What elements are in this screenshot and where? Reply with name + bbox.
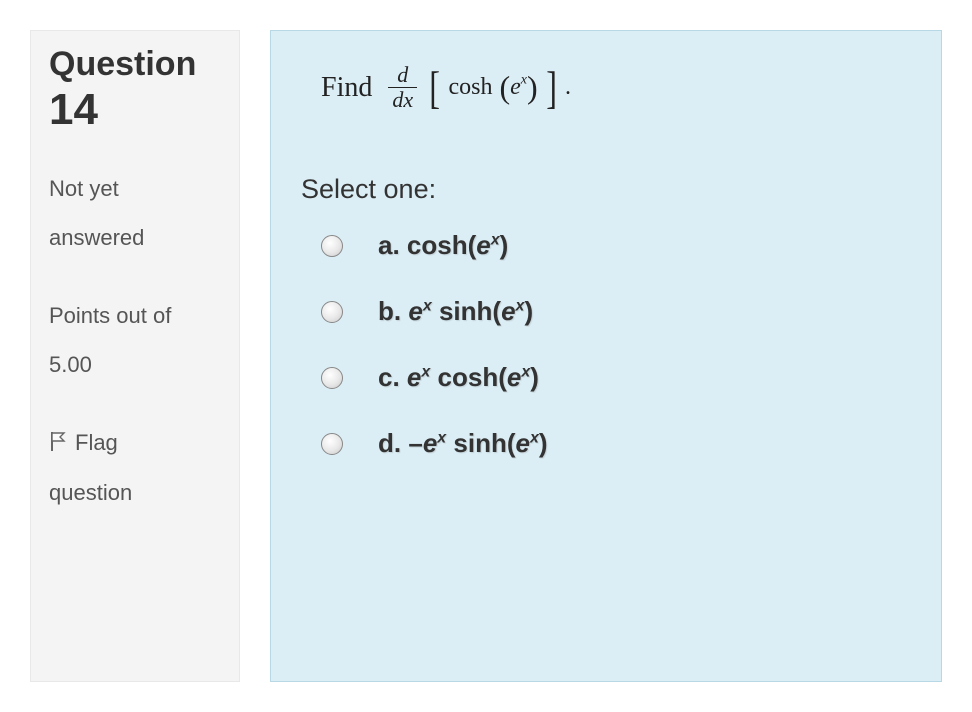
option-list: a. cosh(ex) b. ex sinh(ex) c. ex cosh(ex… (301, 230, 911, 459)
option-a-text: a. cosh(ex) (378, 230, 508, 261)
radio-c[interactable] (321, 367, 343, 389)
flag-icon (49, 421, 69, 469)
question-content: Find d dx [ cosh (ex) ]. Select one: a. … (270, 30, 942, 682)
frac-denominator: dx (388, 88, 417, 112)
question-prompt: Find d dx [ cosh (ex) ]. (301, 61, 911, 114)
option-b-text: b. ex sinh(ex) (378, 296, 533, 327)
option-b[interactable]: b. ex sinh(ex) (321, 296, 911, 327)
question-sidebar: Question 14 Not yet answered Points out … (30, 30, 240, 682)
radio-a[interactable] (321, 235, 343, 257)
question-label: Question (49, 46, 221, 83)
option-c-text: c. ex cosh(ex) (378, 362, 539, 393)
points-line1: Points out of (49, 303, 171, 328)
option-c[interactable]: c. ex cosh(ex) (321, 362, 911, 393)
radio-d[interactable] (321, 433, 343, 455)
option-d-text: d. –ex sinh(ex) (378, 428, 548, 459)
left-bracket: [ (429, 61, 440, 114)
option-d[interactable]: d. –ex sinh(ex) (321, 428, 911, 459)
prompt-word: Find (321, 72, 372, 104)
option-a[interactable]: a. cosh(ex) (321, 230, 911, 261)
answer-status: Not yet answered (49, 165, 221, 262)
flag-line2: question (49, 480, 132, 505)
derivative-fraction: d dx (388, 63, 417, 112)
points-line2: 5.00 (49, 352, 92, 377)
frac-numerator: d (388, 63, 417, 88)
radio-b[interactable] (321, 301, 343, 323)
inner-base: e (510, 74, 521, 100)
status-line2: answered (49, 225, 144, 250)
flag-line1: Flag (75, 430, 118, 455)
flag-question-link[interactable]: Flag question (49, 419, 221, 518)
question-number: 14 (49, 85, 221, 135)
right-bracket: ] (546, 61, 557, 114)
function-name: cosh (448, 74, 492, 100)
math-expression: cosh (ex) (448, 69, 537, 106)
points-info: Points out of 5.00 (49, 292, 221, 389)
status-line1: Not yet (49, 176, 119, 201)
select-one-label: Select one: (301, 174, 911, 205)
